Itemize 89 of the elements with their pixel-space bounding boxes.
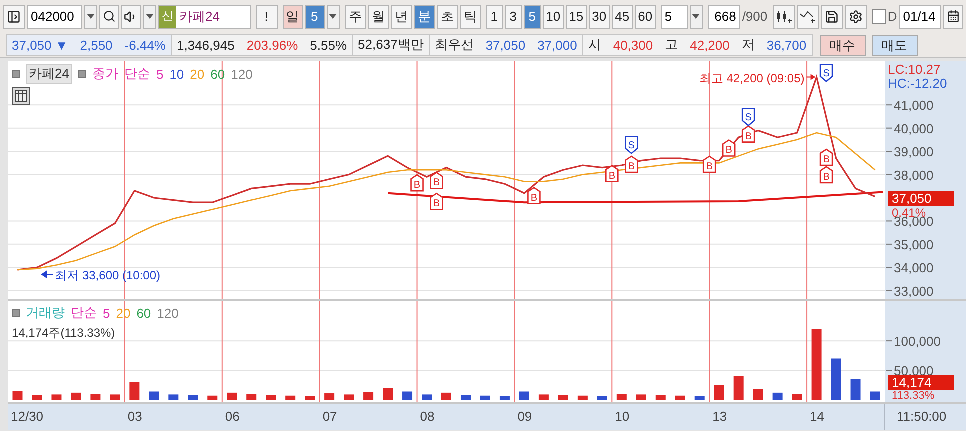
buy-signal-marker: B	[722, 139, 736, 157]
count-total: /900	[742, 9, 768, 24]
period-tab[interactable]: 초	[436, 4, 458, 28]
quote-value: 203.96%	[246, 38, 298, 52]
quote-value: 2,550	[80, 38, 113, 52]
interval-select[interactable]: 5	[660, 4, 688, 28]
time-axis-label: 09	[518, 409, 532, 424]
legend-label: 120	[157, 306, 179, 320]
axis-label: 100,000	[894, 334, 941, 350]
time-axis-label: 08	[420, 409, 435, 424]
legend-label: 거래량	[26, 304, 65, 322]
period-tab[interactable]: 년	[390, 4, 412, 28]
buy-signal-marker: B	[820, 148, 834, 166]
interval-tab[interactable]: 30	[588, 4, 610, 28]
time-axis-label: 10	[615, 409, 630, 424]
interval-tab[interactable]: 3	[504, 4, 522, 28]
quote-value: 37,050	[486, 38, 526, 52]
legend-label: 단순	[71, 304, 97, 322]
buy-signal-marker: B	[430, 172, 444, 190]
buy-signal-marker: B	[410, 174, 424, 192]
period-tab[interactable]: 주	[344, 4, 366, 28]
legend-label: 10	[170, 66, 184, 82]
day-count-button[interactable]: 5	[304, 4, 325, 28]
stock-name-field[interactable]: 신 카페24	[158, 4, 251, 28]
date-field[interactable]: 01/14	[899, 4, 942, 28]
buy-signal-marker: B	[430, 192, 444, 210]
time-axis-label: 14	[810, 409, 825, 424]
time-axis-label: 07	[322, 409, 338, 424]
quote-value: 시	[588, 36, 602, 54]
sell-signal-marker: S	[625, 136, 638, 154]
clock-label: 11:50:00	[897, 409, 947, 424]
time-axis-label: 03	[128, 409, 142, 424]
day-button[interactable]: 일	[282, 4, 303, 28]
credit-badge: 신	[159, 6, 176, 28]
axis-label: 33,000	[894, 284, 934, 299]
legend-label: 20	[190, 66, 205, 82]
axis-label: 34,000	[894, 260, 934, 276]
volume-summary: 14,174주(113.33%)	[12, 325, 116, 342]
period-tab[interactable]: 분	[414, 4, 435, 28]
quote-value: 고	[665, 36, 678, 54]
quote-value: 저	[742, 36, 755, 54]
axis-label: 40,000	[894, 121, 934, 136]
sell-signal-marker: S	[820, 64, 834, 82]
sell-signal-marker: S	[742, 108, 756, 127]
interval-tab[interactable]: 60	[634, 4, 656, 28]
quote-value: 1,346,945	[177, 38, 235, 52]
alert-button[interactable]: !	[256, 4, 278, 28]
stock-code-field[interactable]: 042000	[27, 4, 82, 28]
quote-value: 36,700	[766, 38, 807, 52]
volume-ratio-label: 113.33%	[892, 390, 935, 402]
current-price-badge: 37,050	[888, 191, 954, 206]
buy-signal-marker: B	[606, 165, 619, 182]
legend-label: 5	[156, 66, 164, 82]
legend-label: 종가	[92, 65, 118, 83]
quote-value: 최우선	[434, 36, 474, 54]
stock-title-button[interactable]: 카페24	[26, 64, 72, 84]
stock-name: 카페24	[179, 8, 220, 26]
legend-label: 단순	[124, 65, 150, 83]
time-axis-label: 13	[712, 409, 728, 424]
quote-value: 52,637백만	[358, 36, 424, 54]
sell-button[interactable]: 매도	[872, 34, 918, 56]
quote-value: -6.44%	[124, 38, 166, 52]
quote-value: 42,200	[690, 38, 730, 52]
interval-tab[interactable]: 5	[524, 4, 541, 28]
legend-label: 120	[231, 66, 253, 82]
interval-tab[interactable]: 1	[486, 4, 503, 28]
axis-label: 41,000	[894, 98, 934, 114]
legend-label: 60	[136, 306, 152, 320]
interval-tab[interactable]: 15	[566, 4, 587, 28]
count-field[interactable]: 668	[708, 4, 740, 28]
checkbox-label: D	[888, 9, 898, 24]
buy-button[interactable]: 매수	[820, 34, 866, 56]
high-change-label: HC:-12.20	[888, 76, 948, 91]
quote-value: 37,000	[538, 38, 578, 52]
axis-label: 38,000	[894, 168, 934, 183]
current-volume-badge: 14,174	[888, 375, 954, 390]
period-tab[interactable]: 월	[368, 4, 389, 28]
time-axis-label: 06	[225, 409, 240, 424]
low-change-label: LC:10.27	[888, 62, 941, 77]
time-axis-label: 12/30	[11, 409, 44, 424]
legend-label: 5	[103, 306, 110, 320]
period-tab[interactable]: 틱	[460, 4, 481, 28]
interval-tab[interactable]: 45	[612, 4, 633, 28]
interval-tab[interactable]: 10	[542, 4, 564, 28]
quote-value: 5.55%	[310, 38, 348, 52]
quote-value: 40,300	[613, 38, 654, 52]
axis-label: 35,000	[894, 237, 934, 252]
quote-value: 37,050 ▼	[12, 38, 68, 52]
axis-label: 39,000	[894, 144, 934, 160]
